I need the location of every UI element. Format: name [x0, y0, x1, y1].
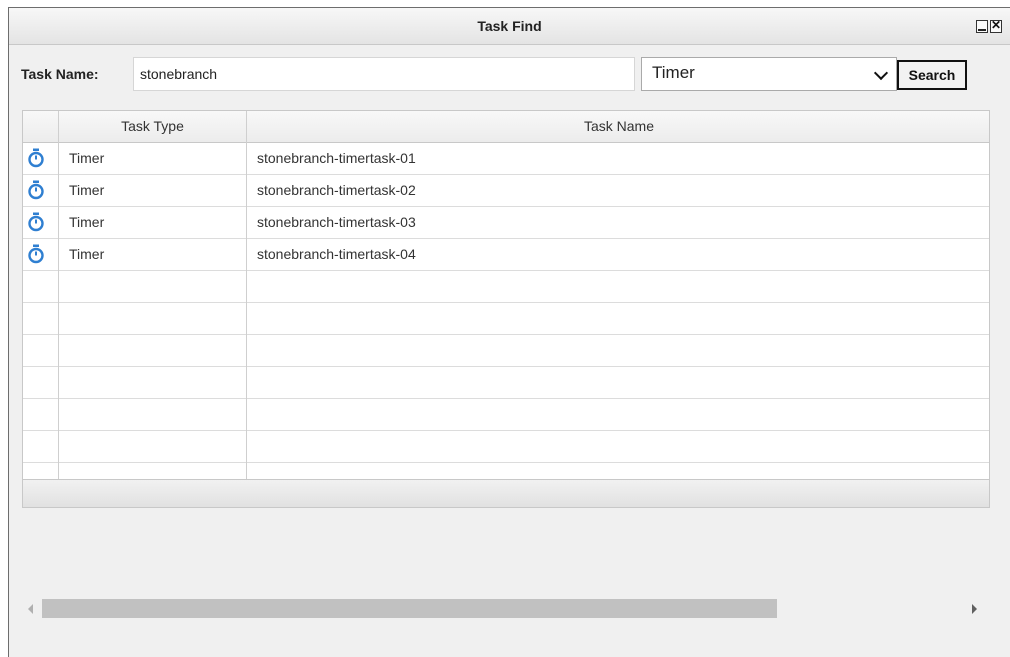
search-button[interactable]: Search [897, 60, 967, 90]
task-name-cell: stonebranch-timertask-03 [257, 214, 416, 230]
task-name-label: Task Name: [21, 66, 99, 82]
column-header-task-type[interactable]: Task Type [59, 111, 246, 142]
horizontal-scrollbar[interactable] [22, 598, 990, 620]
timer-icon [28, 212, 44, 232]
empty-row [23, 271, 989, 303]
scroll-left-icon[interactable] [28, 604, 33, 614]
task-type-cell: Timer [69, 214, 105, 230]
task-find-window: Task Find ✕ Task Name: Timer Search Task… [8, 7, 1010, 657]
table-row[interactable]: Timer stonebranch-timertask-01 [23, 143, 989, 175]
title-bar[interactable]: Task Find ✕ [9, 8, 1010, 45]
scroll-right-icon[interactable] [972, 604, 977, 614]
chevron-down-icon [873, 65, 889, 81]
grid-header: Task Type Task Name [23, 111, 989, 143]
window-title: Task Find [477, 18, 542, 34]
task-name-input[interactable] [133, 57, 635, 91]
task-type-cell: Timer [69, 246, 105, 262]
minimize-icon[interactable] [976, 20, 988, 33]
task-name-cell: stonebranch-timertask-02 [257, 182, 416, 198]
timer-icon [28, 180, 44, 200]
close-icon[interactable]: ✕ [990, 19, 1002, 33]
table-row[interactable]: Timer stonebranch-timertask-02 [23, 175, 989, 207]
grid-footer [23, 479, 989, 507]
column-divider [58, 111, 59, 507]
table-row[interactable]: Timer stonebranch-timertask-04 [23, 239, 989, 271]
timer-icon [28, 244, 44, 264]
empty-row [23, 303, 989, 335]
results-grid: Task Type Task Name Timer stonebranch-tim… [22, 110, 990, 508]
task-type-cell: Timer [69, 182, 105, 198]
search-row: Task Name: Timer Search [9, 45, 1010, 103]
task-name-cell: stonebranch-timertask-04 [257, 246, 416, 262]
column-divider [246, 111, 247, 507]
task-type-selected-value: Timer [652, 63, 695, 82]
table-row[interactable]: Timer stonebranch-timertask-03 [23, 207, 989, 239]
empty-row [23, 335, 989, 367]
scrollbar-thumb[interactable] [42, 599, 777, 618]
task-type-select[interactable]: Timer [641, 57, 897, 91]
task-name-cell: stonebranch-timertask-01 [257, 150, 416, 166]
task-type-cell: Timer [69, 150, 105, 166]
empty-row [23, 399, 989, 431]
empty-row [23, 367, 989, 399]
column-header-task-name[interactable]: Task Name [247, 111, 989, 142]
empty-row [23, 431, 989, 463]
timer-icon [28, 148, 44, 168]
